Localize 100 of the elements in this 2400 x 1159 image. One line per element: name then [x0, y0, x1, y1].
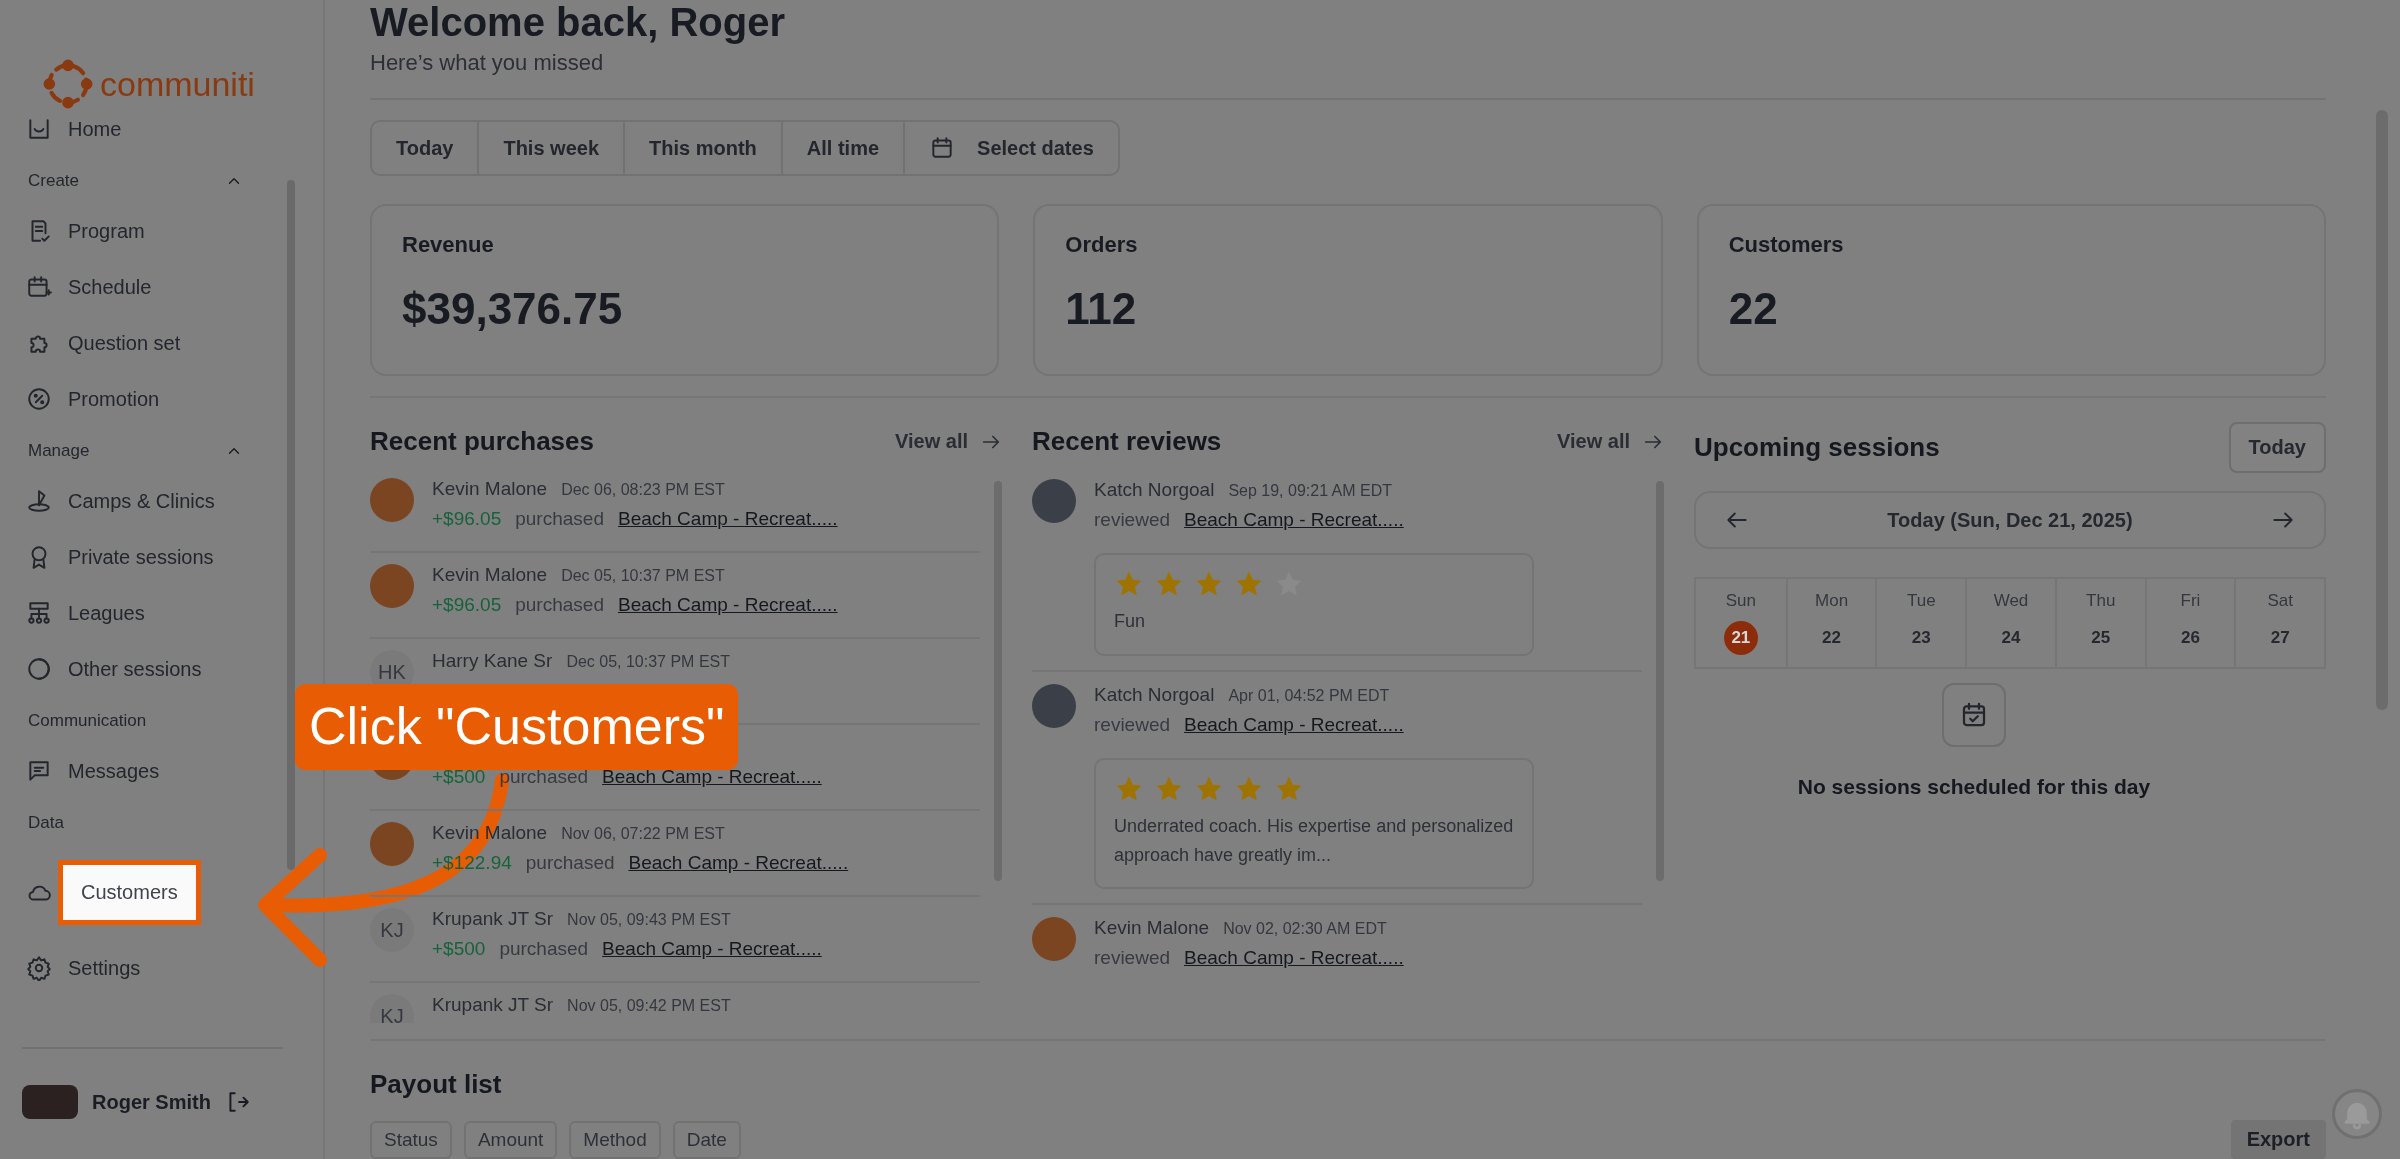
amount: +$96.05	[432, 508, 502, 530]
day-number: 22	[1821, 627, 1842, 649]
action-text: purchased	[515, 508, 604, 530]
stat-value: 22	[1728, 284, 1779, 334]
stat-label: Revenue	[402, 232, 495, 258]
section-label: Create	[28, 171, 80, 191]
sidebar-item[interactable]: Camps & Clinics	[68, 489, 215, 513]
export-button[interactable]: Export	[2230, 1120, 2326, 1159]
section-label: Manage	[28, 441, 90, 461]
timestamp: Nov 02, 02:30 AM EDT	[1223, 920, 1387, 939]
sidebar-item[interactable]: Question set	[68, 331, 181, 355]
action-text: reviewed	[1094, 509, 1171, 531]
action-text: reviewed	[1094, 947, 1171, 970]
sidebar-item[interactable]: Customers	[58, 860, 201, 925]
date-label: Today (Sun, Dec 21, 2025)	[1887, 508, 2133, 532]
day-cell[interactable]: Tue 23	[1875, 579, 1966, 667]
customer-name: Kevin Malone	[432, 478, 548, 500]
weekday-label: Fri	[2180, 591, 2201, 611]
day-number: 23	[1910, 627, 1932, 649]
day-cell[interactable]: Thu 25	[2054, 579, 2145, 667]
sidebar-item[interactable]: Messages	[68, 759, 160, 783]
day-cell[interactable]: Fri 26	[2144, 579, 2235, 667]
filter-chip[interactable]: Amount	[463, 1121, 558, 1159]
day-cell[interactable]: Sat 27	[2234, 579, 2324, 667]
day-number: 24	[2000, 627, 2022, 649]
filter-chip[interactable]: Date	[672, 1121, 741, 1159]
today-button[interactable]: Today	[2228, 422, 2326, 473]
avatar-placeholder	[1032, 479, 1076, 523]
view-all-link[interactable]: View all	[895, 430, 1002, 453]
date-filter-button[interactable]: This week	[477, 122, 624, 174]
amount: +$96.05	[432, 594, 502, 616]
avatar-initials: KJ	[370, 994, 414, 1023]
timestamp: Nov 05, 09:42 PM EST	[567, 997, 731, 1015]
action-text: purchased	[515, 594, 604, 616]
sidebar-item[interactable]: Private sessions	[68, 545, 214, 569]
sidebar-item[interactable]: Schedule	[68, 275, 152, 299]
user-name: Roger Smith	[92, 1090, 211, 1114]
program-link[interactable]: Beach Camp - Recreat.....	[628, 852, 849, 874]
date-filter-button[interactable]: All time	[780, 122, 904, 174]
stat-label: Customers	[1728, 232, 1845, 258]
sidebar-item[interactable]: Leagues	[68, 601, 145, 625]
stat-label: Orders	[1065, 232, 1139, 258]
sidebar-item[interactable]: Program	[68, 219, 145, 243]
filter-chip[interactable]: Method	[569, 1121, 661, 1159]
action-text: reviewed	[1094, 713, 1171, 736]
day-cell[interactable]: Wed 24	[1965, 579, 2055, 667]
review-text: Fun	[1114, 610, 1147, 633]
date-picker-button[interactable]: Select dates	[903, 122, 1118, 174]
customer-name: Harry Kane Sr	[432, 650, 553, 672]
timestamp: Apr 01, 04:52 PM EDT	[1228, 686, 1390, 705]
logo-text: communiti	[100, 64, 255, 104]
avatar-initials: KJ	[370, 908, 414, 952]
reviewer-name: Katch Norgoal	[1094, 479, 1215, 501]
customer-name: Kevin Malone	[432, 564, 548, 586]
action-text: purchased	[499, 938, 589, 960]
page-subtitle: Here’s what you missed	[370, 50, 2326, 100]
section-title: Recent reviews	[1032, 426, 1222, 457]
view-all-link[interactable]: View all	[1557, 430, 1664, 453]
sidebar-item[interactable]: Settings	[68, 956, 141, 980]
timestamp: Sep 19, 09:21 AM EDT	[1228, 482, 1393, 500]
avatar-placeholder	[1032, 917, 1076, 962]
program-link[interactable]: Beach Camp - Recreat.....	[1184, 509, 1404, 531]
reviewer-name: Katch Norgoal	[1094, 683, 1215, 706]
action-text: purchased	[525, 852, 615, 874]
timestamp: Nov 05, 09:43 PM EST	[567, 911, 731, 929]
tray-icon	[26, 116, 52, 142]
program-link[interactable]: Beach Camp - Recreat.....	[617, 508, 838, 530]
sidebar-item[interactable]: Home	[68, 117, 122, 141]
section-title: Upcoming sessions	[1694, 432, 1940, 463]
date-filter-button[interactable]: This month	[623, 122, 781, 174]
day-cell[interactable]: Mon 22	[1785, 579, 1876, 667]
calendar-icon	[26, 274, 52, 300]
notification-button[interactable]	[2332, 1089, 2382, 1139]
filter-chip[interactable]: Status	[370, 1121, 452, 1159]
day-number: 21	[1723, 621, 1758, 655]
scrollbar[interactable]	[287, 180, 295, 870]
amount: +$500	[432, 938, 486, 960]
avatar-placeholder	[370, 564, 414, 608]
avatar-placeholder	[370, 822, 414, 866]
circle-icon	[26, 656, 52, 682]
program-link[interactable]: Beach Camp - Recreat.....	[1184, 713, 1404, 736]
chat-icon	[26, 758, 52, 784]
sidebar-item[interactable]: Other sessions	[68, 657, 202, 681]
day-number: 27	[2269, 627, 2291, 649]
program-link[interactable]: Beach Camp - Recreat.....	[602, 938, 822, 960]
program-link[interactable]: Beach Camp - Recreat.....	[1184, 947, 1404, 970]
timestamp: Nov 06, 07:22 PM EST	[561, 825, 725, 843]
day-cell[interactable]: Sun 21	[1696, 579, 1786, 667]
weekday-label: Sun	[1725, 591, 1756, 611]
sidebar-item[interactable]: Promotion	[68, 387, 160, 411]
section-title: Payout list	[370, 1069, 503, 1100]
day-number: 26	[2179, 627, 2201, 649]
customer-name: Krupank JT Sr	[432, 994, 554, 1016]
day-number: 25	[2090, 627, 2112, 649]
program-link[interactable]: Beach Camp - Recreat.....	[617, 594, 838, 616]
date-filter-button[interactable]: Today	[372, 122, 478, 174]
settings-icon	[26, 955, 52, 981]
section-title: Recent purchases	[370, 426, 594, 457]
section-label: Data	[28, 813, 64, 833]
weekday-label: Thu	[2086, 591, 2116, 611]
